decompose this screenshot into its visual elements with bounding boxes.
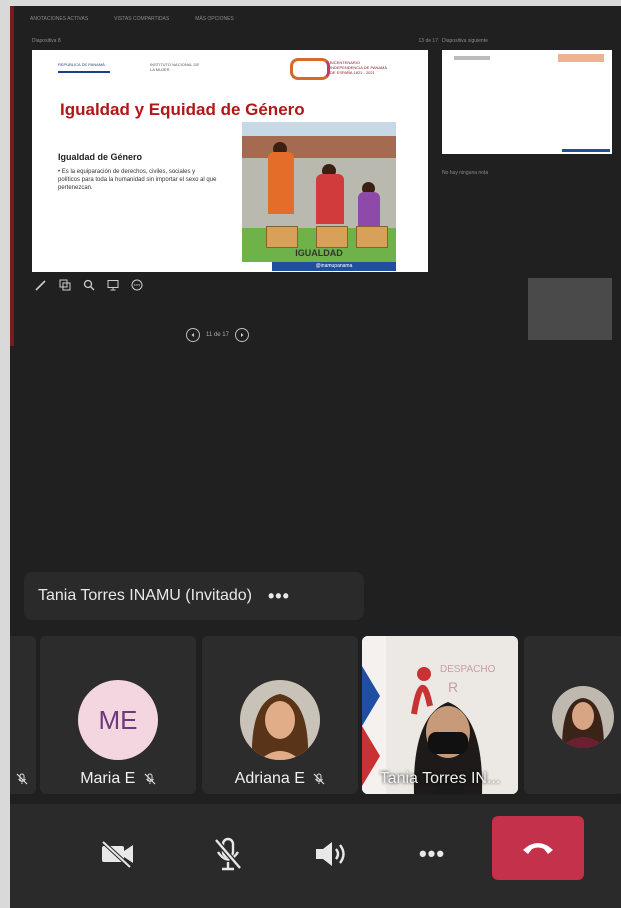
meeting-window: ANOTACIONES ACTIVAS VISTAS COMPARTIDAS M… (10, 6, 621, 908)
call-controls: ••• (10, 804, 621, 908)
participant-name-text: Adriana E (234, 770, 305, 787)
slide-subtitle: Igualdad de Género (58, 152, 143, 162)
mic-off-icon (144, 773, 156, 785)
bicentenario-logo-text: BICENTENARIO INDEPENDENCIA DE PANAMÁ DE … (330, 60, 388, 75)
mic-off-icon (214, 837, 242, 871)
avatar (552, 686, 614, 748)
more-options-icon[interactable] (130, 278, 144, 292)
page-indicator: 11 de 17 (206, 332, 229, 338)
screen-icon[interactable] (106, 278, 120, 292)
slide-body-text: • Es la equiparación de derechos, civile… (58, 169, 217, 191)
mic-off-icon (12, 770, 36, 788)
toolbar-item-views[interactable]: VISTAS COMPARTIDAS (114, 16, 169, 22)
slide-header: Diapositiva 8 13 de 17 (32, 38, 438, 50)
next-slide-label: Diapositiva siguiente (442, 38, 488, 44)
speaker-button[interactable] (310, 834, 350, 874)
participant-tile-extra[interactable] (524, 636, 621, 794)
camera-off-icon (101, 840, 133, 869)
more-actions-button[interactable]: ••• (412, 834, 452, 874)
presentation-slide: REPÚBLICA DE PANAMÁ INSTITUTO NACIONAL D… (32, 50, 428, 272)
slide-header-right: 13 de 17 (418, 38, 438, 44)
avatar-initials: ME (78, 680, 158, 760)
participant-name: Maria E (40, 770, 196, 788)
participant-tile-partial[interactable] (10, 636, 36, 794)
presentation-toolbar: ANOTACIONES ACTIVAS VISTAS COMPARTIDAS M… (30, 12, 611, 26)
panama-logo: REPÚBLICA DE PANAMÁ (58, 62, 110, 73)
slide-body-content: Es la equiparación de derechos, civiles,… (58, 169, 217, 191)
participant-tile-maria[interactable]: ME Maria E (40, 636, 196, 794)
illustration-label: IGUALDAD (295, 248, 343, 258)
mute-button[interactable] (208, 834, 248, 874)
social-footer: @inamupanama (272, 262, 396, 271)
svg-text:DESPACHO: DESPACHO (440, 664, 496, 675)
next-slide-button[interactable] (234, 328, 249, 342)
participant-name: Adriana E (202, 770, 358, 788)
slide-header-left: Diapositiva 8 (32, 38, 61, 44)
toolbar-item-annotations[interactable]: ANOTACIONES ACTIVAS (30, 16, 88, 22)
zoom-icon[interactable] (82, 278, 96, 292)
logo-left-text: REPÚBLICA DE PANAMÁ (58, 62, 105, 67)
presenter-name-bar: Tania Torres INAMU (Invitado) ••• (24, 572, 364, 620)
phone-hangup-icon (523, 843, 553, 854)
equality-illustration: IGUALDAD (242, 122, 396, 262)
participant-name: Tania Torres IN... (362, 770, 518, 788)
participant-name-text: Maria E (80, 770, 136, 787)
hang-up-button[interactable] (492, 816, 584, 880)
window-edge-accent (10, 6, 14, 346)
slides-grid-icon[interactable] (58, 278, 72, 292)
slide-title: Igualdad y Equidad de Género (60, 100, 305, 119)
slide-pager: 11 de 17 (186, 328, 249, 342)
participant-tile-adriana[interactable]: Adriana E (202, 636, 358, 794)
pen-icon[interactable] (34, 278, 48, 292)
previous-slide-button[interactable] (186, 328, 200, 342)
speaker-icon (316, 842, 345, 866)
slide-tools (34, 278, 144, 292)
next-slide-thumbnail[interactable] (442, 50, 612, 154)
inamu-logo-text: INSTITUTO NACIONAL DE LA MUJER (150, 62, 200, 72)
speaker-notes: No hay ninguna nota (442, 170, 489, 176)
participant-tile-tania[interactable]: DESPACHO R Tania Torres IN... (362, 636, 518, 794)
bicentenario-logo (290, 58, 330, 80)
toolbar-item-more[interactable]: MÁS OPCIONES (195, 16, 234, 22)
mic-off-icon (313, 773, 325, 785)
svg-text:R: R (448, 679, 458, 695)
avatar (240, 680, 320, 760)
next-slide-panel: Diapositiva siguiente No hay ninguna not… (442, 38, 612, 340)
presenter-name: Tania Torres INAMU (Invitado) (38, 587, 252, 604)
presenter-more-button[interactable]: ••• (268, 586, 290, 607)
self-video-placeholder (528, 278, 612, 340)
participant-name-text: Tania Torres IN... (379, 770, 501, 787)
camera-off-button[interactable] (98, 834, 138, 874)
